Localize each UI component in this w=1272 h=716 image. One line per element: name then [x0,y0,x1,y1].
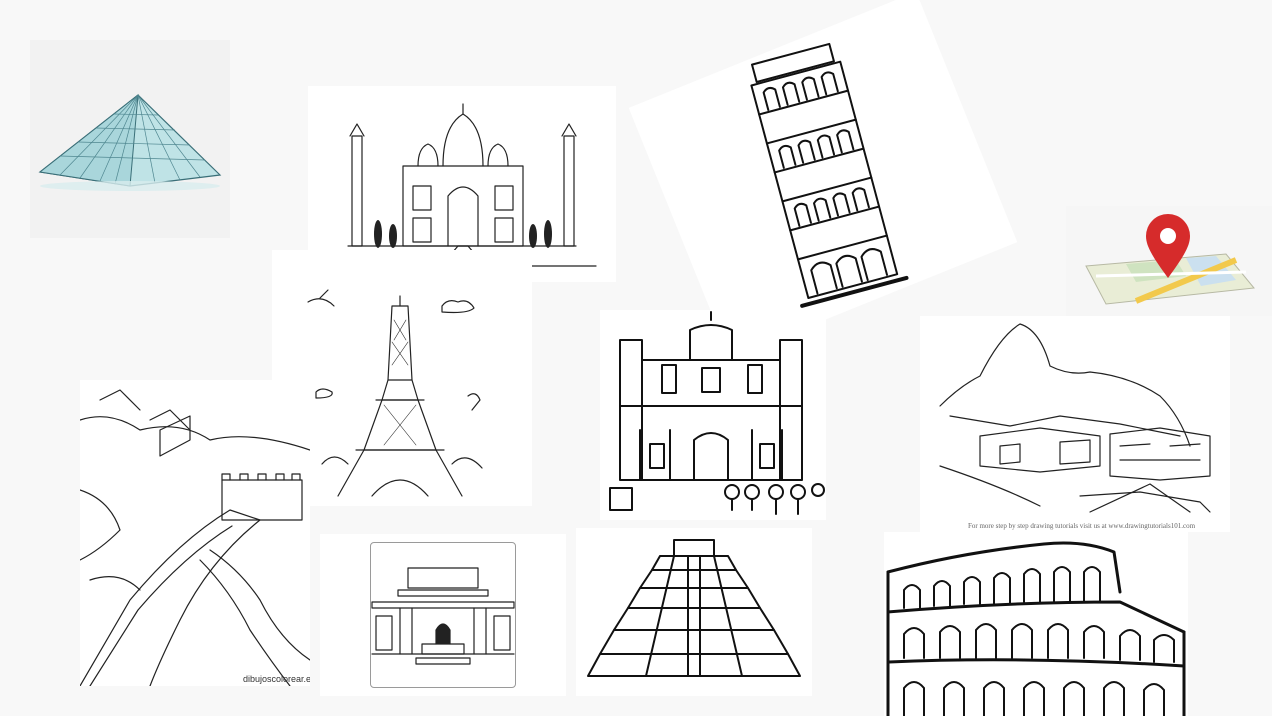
prado-museum-icon [371,567,515,665]
chichen-itza-icon [587,539,801,677]
chichen-itza-image [576,528,812,696]
prado-museum-image [320,534,566,696]
great-wall-image: dibujoscolorear.es [80,380,310,686]
leaning-tower-pisa-image [628,0,1018,359]
great-wall-credit: dibujoscolorear.es [243,674,310,684]
map-pin-image [1066,206,1272,316]
map-pin-icon [1085,214,1255,305]
petra-treasury-image [600,310,826,520]
colosseum-icon [886,541,1186,716]
leaning-tower-pisa-icon [750,42,909,308]
louvre-pyramid-image [30,40,230,238]
eiffel-tower-icon [307,289,483,497]
petra-treasury-icon [609,311,825,515]
machu-picchu-icon [939,323,1211,513]
machu-picchu-image: For more step by step drawing tutorials … [920,316,1230,532]
slide-canvas: For more step by step drawing tutorials … [0,0,1272,716]
machu-picchu-credit: For more step by step drawing tutorials … [968,522,1196,530]
louvre-pyramid-icon [38,93,222,191]
eiffel-tower-image [272,250,532,506]
colosseum-image [884,532,1188,716]
great-wall-icon [80,389,310,686]
